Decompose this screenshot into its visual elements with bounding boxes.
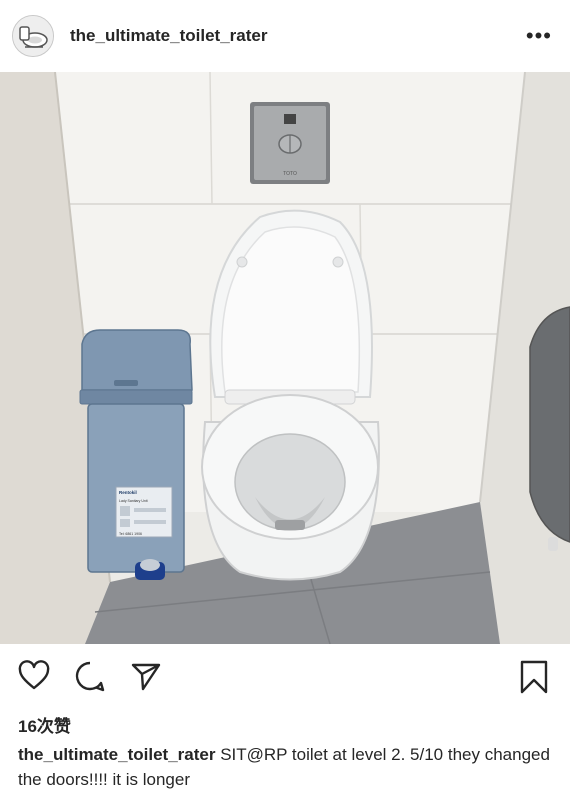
caption-username[interactable]: the_ultimate_toilet_rater (18, 745, 215, 764)
post-username[interactable]: the_ultimate_toilet_rater (70, 26, 267, 46)
flush-brand-text: TOTO (283, 171, 297, 177)
toilet-avatar-icon (13, 16, 53, 56)
likes-count[interactable]: 16次赞 (18, 712, 71, 737)
comment-icon[interactable] (74, 660, 106, 697)
bin-label-text: Lady Sanitary Unit (119, 499, 148, 503)
more-icon[interactable]: ••• (526, 25, 552, 47)
send-icon[interactable] (130, 660, 162, 697)
post-photo[interactable]: TOTO Rentokil Lady Sanitary Unit Tel: 68… (0, 72, 570, 644)
action-bar (0, 650, 570, 706)
heart-icon[interactable] (18, 660, 50, 697)
avatar[interactable] (12, 15, 54, 57)
bin-brand-text: Rentokil (119, 490, 137, 495)
post-header: the_ultimate_toilet_rater ••• (0, 0, 570, 72)
post-caption: the_ultimate_toilet_rater SIT@RP toilet … (18, 742, 558, 792)
bin-phone-text: Tel: 6861 1906 (119, 532, 142, 536)
toilet-photo: TOTO Rentokil Lady Sanitary Unit Tel: 68… (0, 72, 570, 644)
bookmark-icon[interactable] (518, 660, 550, 699)
